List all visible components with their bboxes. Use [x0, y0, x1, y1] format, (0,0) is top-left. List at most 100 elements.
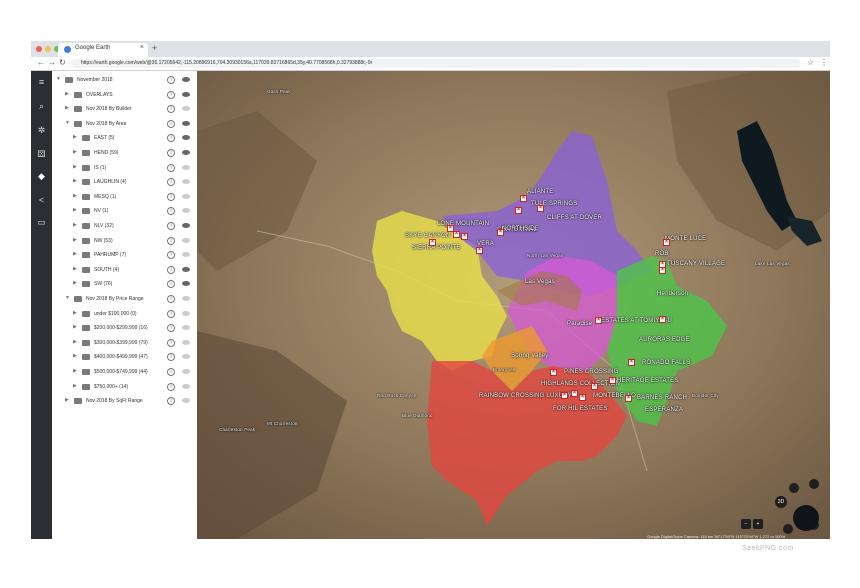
visibility-on-icon[interactable] [182, 77, 190, 82]
expand-arrow-icon[interactable]: ▶ [65, 105, 69, 111]
info-icon[interactable]: i [167, 251, 175, 260]
info-icon[interactable]: i [167, 163, 175, 172]
info-icon[interactable]: i [167, 382, 175, 391]
visibility-off-icon[interactable] [182, 193, 190, 199]
expand-arrow-icon[interactable]: ▶ [65, 91, 69, 97]
visibility-off-icon[interactable] [182, 296, 190, 301]
visibility-off-icon[interactable] [182, 106, 190, 112]
info-icon[interactable]: i [167, 397, 175, 406]
project-row[interactable]: ▶ $300,000-$399,999 (79) i [52, 336, 197, 350]
map-label-spring-valley[interactable]: Spring Valley [511, 353, 549, 359]
map-label-blue-diamond[interactable]: Blue Diamond [402, 413, 433, 418]
expand-arrow-icon[interactable]: ▶ [73, 324, 77, 330]
map-label-charleston[interactable]: Charleston Peak [219, 427, 255, 432]
map-label-paradise[interactable]: Paradise [567, 321, 592, 327]
map-label-northside[interactable]: NORTHSIDE [502, 226, 539, 232]
map-label-auroras[interactable]: AURORAS EDGE [639, 337, 690, 343]
project-row[interactable]: ▶ under $100,000 (0) i [52, 307, 197, 321]
placemark-pin-icon[interactable]: × [550, 369, 557, 376]
visibility-on-icon[interactable] [182, 120, 190, 126]
project-row[interactable]: ▶ $750,000+ (14) i [52, 380, 197, 394]
visibility-on-icon[interactable] [182, 266, 190, 272]
feeling-lucky-icon[interactable]: ⚄ [36, 149, 47, 160]
placemark-pin-icon[interactable]: × [571, 390, 578, 397]
tab-close-icon[interactable]: × [140, 44, 144, 51]
placemark-pin-icon[interactable]: × [520, 195, 527, 202]
project-row[interactable]: ▶ HEND (59) i [52, 146, 197, 160]
project-row[interactable]: ▶ NV (1) i [52, 204, 197, 218]
info-icon[interactable]: i [167, 368, 175, 376]
placemark-pin-icon[interactable]: × [461, 233, 468, 240]
project-row[interactable]: ▶ PAHRUMP (7) i [52, 248, 197, 262]
expand-arrow-icon[interactable]: ▶ [73, 178, 77, 184]
info-icon[interactable]: i [167, 119, 175, 128]
project-row[interactable]: ▶ SOUTH (4) i [52, 263, 197, 277]
expand-arrow-icon[interactable]: ▶ [73, 164, 77, 170]
expand-arrow-icon[interactable]: ▶ [73, 368, 77, 374]
expand-arrow-icon[interactable]: ▶ [73, 251, 77, 257]
info-icon[interactable]: i [167, 236, 175, 245]
minimize-window-button[interactable] [45, 46, 51, 52]
info-icon[interactable]: i [167, 353, 175, 362]
visibility-on-icon[interactable] [182, 150, 190, 155]
info-icon[interactable]: i [167, 105, 175, 114]
project-row[interactable]: ▼ Nov 2018 By Area i [52, 117, 197, 131]
project-row[interactable]: ▼ Nov 2018 By Price Range i [52, 292, 197, 306]
globe-icon[interactable] [793, 505, 819, 531]
tab-google-earth[interactable]: Google Earth × [58, 43, 148, 57]
project-row[interactable]: ▶ $400,000-$499,999 (47) i [52, 350, 197, 364]
expand-arrow-icon[interactable]: ▶ [73, 310, 77, 316]
placemark-pin-icon[interactable]: × [609, 377, 616, 384]
map-label-tuscany[interactable]: TUSCANY VILLAGE [667, 261, 725, 267]
map-label-boulder[interactable]: Boulder City [692, 393, 719, 398]
visibility-off-icon[interactable] [182, 237, 190, 243]
placemark-pin-icon[interactable]: × [579, 394, 586, 401]
placemark-pin-icon[interactable]: × [453, 231, 460, 238]
visibility-on-icon[interactable] [182, 135, 190, 141]
expand-arrow-icon[interactable]: ▶ [73, 237, 77, 243]
expand-arrow-icon[interactable]: ▶ [73, 193, 77, 199]
expand-arrow-icon[interactable]: ▶ [65, 397, 69, 403]
voyager-icon[interactable]: ✲ [36, 125, 47, 136]
placemark-pin-icon[interactable]: × [625, 395, 632, 402]
menu-icon[interactable]: ≡ [36, 77, 47, 88]
share-icon[interactable]: < [36, 195, 47, 206]
expand-arrow-icon[interactable]: ▶ [73, 134, 77, 140]
map-label-lone-mountain[interactable]: LONE MOUNTAIN [437, 221, 489, 227]
info-icon[interactable]: i [167, 149, 175, 157]
map-label-forhill[interactable]: FOR HIL ESTATES [553, 406, 608, 412]
new-tab-button[interactable]: + [152, 43, 157, 53]
map-label-las-vegas[interactable]: Las Vegas [525, 279, 555, 285]
map-label-esperanza[interactable]: ESPERANZA [645, 407, 683, 413]
placemark-pin-icon[interactable]: × [628, 359, 635, 366]
map-label-spring-peak[interactable]: Gass Peak [267, 89, 291, 94]
map-label-rainbow[interactable]: RAINBOW CROSSING LUXURY [479, 393, 572, 399]
info-icon[interactable]: i [167, 178, 175, 187]
project-row[interactable]: ▶ Nov 2018 By SqFt Range i [52, 394, 197, 408]
expand-arrow-icon[interactable]: ▼ [65, 120, 70, 126]
expand-arrow-icon[interactable]: ▼ [56, 76, 61, 82]
visibility-off-icon[interactable] [182, 369, 190, 374]
project-row[interactable]: ▶ MESQ (1) i [52, 190, 197, 204]
visibility-off-icon[interactable] [182, 310, 190, 316]
info-icon[interactable]: i [167, 76, 175, 84]
map-label-red-rock[interactable]: Red Rock Canyon [377, 393, 417, 398]
measure-icon[interactable]: ▭ [36, 217, 47, 228]
zoom-out-button[interactable]: − [741, 519, 751, 529]
expand-arrow-icon[interactable]: ▶ [73, 339, 77, 345]
close-window-button[interactable] [36, 46, 42, 52]
placemark-pin-icon[interactable]: × [447, 225, 454, 232]
forward-button[interactable]: → [48, 58, 56, 67]
map-label-summerlin[interactable]: SKYE CANYON [405, 233, 451, 239]
visibility-off-icon[interactable] [182, 252, 190, 258]
map-label-enterprise[interactable]: Enterprise [493, 367, 516, 372]
map-label-pines[interactable]: PINES CROSSING [564, 369, 618, 375]
project-row[interactable]: ▼ November 2018 i [52, 73, 197, 87]
reload-button[interactable]: ↻ [59, 58, 66, 67]
expand-arrow-icon[interactable]: ▶ [73, 383, 77, 389]
url-field[interactable]: https://earth.google.com/web/@36.1720564… [71, 59, 801, 68]
info-icon[interactable]: i [167, 280, 175, 289]
toggle-3d-button[interactable]: 3D [775, 496, 787, 508]
project-row[interactable]: ▶ $500,000-$749,999 (44) i [52, 365, 197, 379]
browser-menu-icon[interactable]: ⋮ [820, 58, 828, 67]
